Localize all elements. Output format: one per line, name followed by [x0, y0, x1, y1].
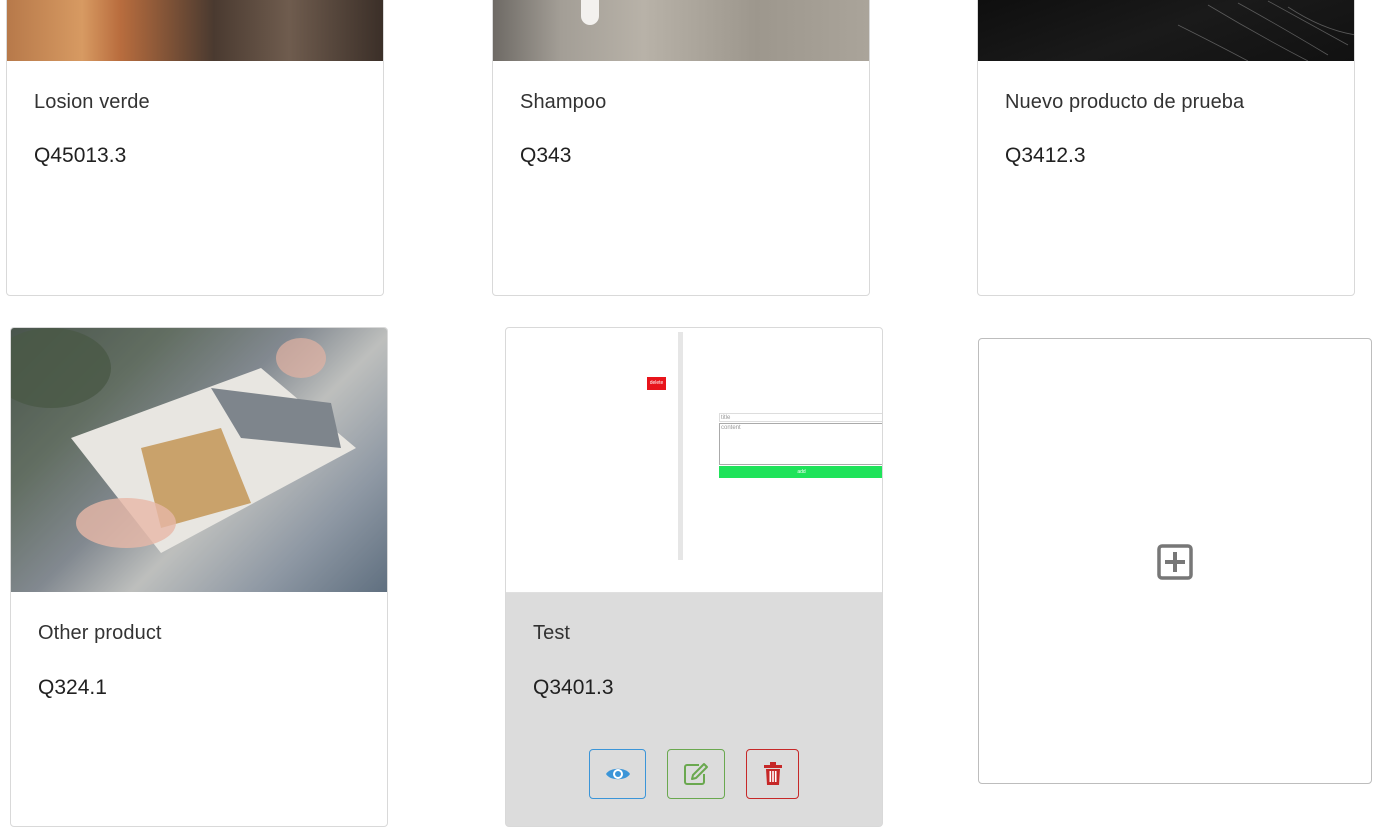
product-name: Test — [533, 622, 571, 644]
product-price: Q324.1 — [38, 676, 107, 699]
product-price: Q3412.3 — [1005, 144, 1086, 167]
product-card[interactable]: Other product Q324.1 — [10, 327, 388, 827]
product-image — [11, 328, 387, 592]
product-card[interactable]: Shampoo Q343 — [492, 0, 870, 296]
delete-button[interactable] — [746, 749, 799, 799]
screenshot-add-button: add — [719, 466, 882, 478]
product-price: Q45013.3 — [34, 144, 127, 167]
product-image — [493, 0, 869, 61]
product-name: Shampoo — [520, 91, 607, 113]
view-button[interactable] — [589, 749, 646, 799]
plus-square-icon — [1157, 544, 1193, 580]
product-card[interactable]: Nuevo producto de prueba Q3412.3 — [977, 0, 1355, 296]
product-image — [978, 0, 1354, 61]
product-image — [7, 0, 383, 61]
product-price: Q343 — [520, 144, 572, 167]
screenshot-content-field: content — [719, 423, 882, 465]
product-price: Q3401.3 — [533, 676, 614, 699]
edit-button[interactable] — [667, 749, 725, 799]
screenshot-delete-button: delete — [647, 377, 666, 390]
add-product-card[interactable] — [978, 338, 1372, 784]
product-name: Losion verde — [34, 91, 150, 113]
edit-icon — [684, 763, 708, 785]
product-name: Other product — [38, 622, 162, 644]
product-name: Nuevo producto de prueba — [1005, 91, 1245, 113]
product-card[interactable]: Losion verde Q45013.3 — [6, 0, 384, 296]
screenshot-title-field: title — [719, 413, 882, 422]
product-image: delete title content add — [506, 328, 882, 593]
eye-icon — [605, 768, 630, 780]
trash-icon — [763, 762, 782, 785]
